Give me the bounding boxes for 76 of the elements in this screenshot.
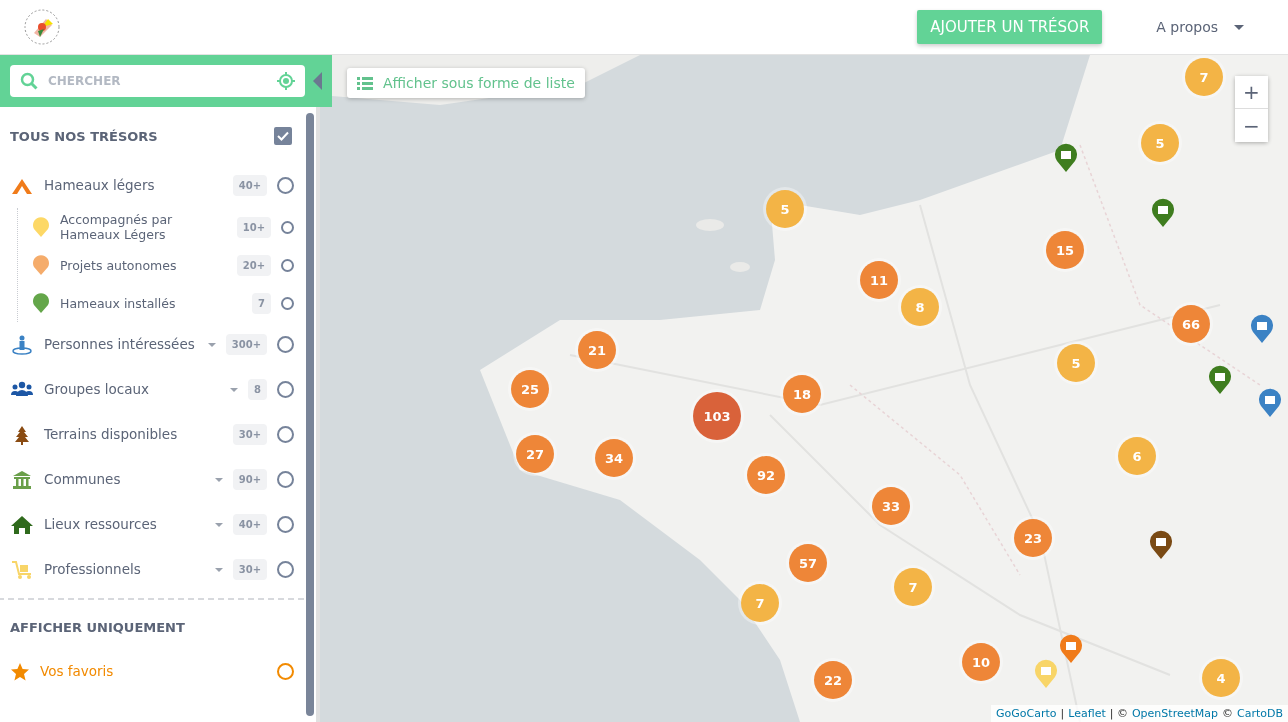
attribution-text: | © bbox=[1109, 707, 1128, 720]
category-label: Terrains disponibles bbox=[44, 426, 179, 443]
attribution-link[interactable]: GoGoCarto bbox=[996, 707, 1057, 720]
count-badge: 10+ bbox=[236, 216, 272, 238]
category-item[interactable]: Terrains disponibles 30+ bbox=[10, 412, 295, 457]
category-item[interactable]: Lieux ressources 40+ bbox=[10, 502, 295, 547]
count-badge: 90+ bbox=[232, 469, 268, 490]
category-item[interactable]: Professionnels 30+ bbox=[10, 547, 295, 592]
about-menu[interactable]: A propos bbox=[1152, 15, 1248, 39]
radio-button[interactable] bbox=[277, 471, 295, 488]
search-box[interactable]: CHERCHER bbox=[10, 65, 305, 97]
caret-icon bbox=[1234, 24, 1244, 30]
count-badge: 20+ bbox=[236, 254, 272, 276]
attribution-link[interactable]: Leaflet bbox=[1068, 707, 1106, 720]
subcategory-item[interactable]: Accompagnés par Hameaux Légers 10+ bbox=[32, 208, 295, 246]
category-label: Communes bbox=[44, 471, 122, 488]
count-badge: 40+ bbox=[232, 514, 268, 535]
caret-icon[interactable] bbox=[230, 387, 239, 392]
category-label: Professionnels bbox=[44, 561, 142, 578]
radio-button[interactable] bbox=[281, 220, 295, 234]
house-icon bbox=[10, 514, 34, 535]
subcategory-label: Hameaux installés bbox=[60, 295, 177, 311]
bank-icon bbox=[10, 469, 34, 490]
radio-button[interactable] bbox=[277, 561, 295, 578]
count-badge: 8 bbox=[248, 379, 268, 400]
attribution-link[interactable]: OpenStreetMap bbox=[1131, 707, 1218, 720]
category-label: Hameaux légers bbox=[44, 177, 156, 194]
caret-icon[interactable] bbox=[214, 522, 223, 527]
category-label: Personnes intéressées bbox=[44, 336, 196, 353]
radio-button[interactable] bbox=[277, 663, 295, 680]
search-icon bbox=[20, 72, 38, 90]
scrollbar[interactable] bbox=[306, 113, 315, 716]
radio-button[interactable] bbox=[277, 381, 295, 398]
list-icon bbox=[357, 76, 373, 90]
zoom-in-button[interactable]: + bbox=[1235, 76, 1268, 109]
trolley-icon bbox=[10, 559, 34, 580]
caret-icon[interactable] bbox=[214, 477, 223, 482]
subcategory-label: Projets autonomes bbox=[60, 257, 178, 273]
count-badge: 30+ bbox=[232, 424, 268, 445]
subcategory-item[interactable]: Hameaux installés 7 bbox=[32, 284, 295, 322]
radio-button[interactable] bbox=[277, 336, 295, 353]
person-icon bbox=[10, 334, 34, 355]
section-title: AFFICHER UNIQUEMENT bbox=[10, 620, 186, 635]
radio-button[interactable] bbox=[281, 258, 295, 272]
attribution-text: © bbox=[1222, 707, 1233, 720]
attribution-text: | bbox=[1060, 707, 1065, 720]
subcategory-label: Accompagnés par Hameaux Légers bbox=[60, 212, 174, 242]
count-badge: 30+ bbox=[232, 559, 268, 580]
count-badge: 300+ bbox=[225, 334, 268, 355]
count-badge: 40+ bbox=[232, 175, 268, 196]
add-treasure-button[interactable]: AJOUTER UN TRÉSOR bbox=[917, 10, 1103, 44]
list-view-button[interactable]: Afficher sous forme de liste bbox=[347, 68, 585, 98]
count-badge: 7 bbox=[252, 292, 272, 314]
radio-button[interactable] bbox=[277, 426, 295, 443]
radio-button[interactable] bbox=[281, 296, 295, 310]
favorites-label: Vos favoris bbox=[40, 663, 115, 680]
subcategory-item[interactable]: Projets autonomes 20+ bbox=[32, 246, 295, 284]
favorites-item[interactable]: Vos favoris bbox=[10, 649, 295, 694]
logo bbox=[22, 7, 62, 47]
category-item[interactable]: Groupes locaux 8 bbox=[10, 367, 295, 412]
collapse-icon[interactable] bbox=[313, 72, 322, 90]
category-item[interactable]: Personnes intéressées 300+ bbox=[10, 322, 295, 367]
category-label: Lieux ressources bbox=[44, 516, 158, 533]
section-title: TOUS NOS TRÉSORS bbox=[10, 128, 158, 144]
radio-button[interactable] bbox=[277, 516, 295, 533]
attribution-link[interactable]: CartoDB bbox=[1237, 707, 1283, 720]
caret-icon[interactable] bbox=[207, 342, 216, 347]
zoom-out-button[interactable]: − bbox=[1235, 109, 1268, 142]
checkbox[interactable] bbox=[274, 127, 293, 145]
category-item[interactable]: Communes 90+ bbox=[10, 457, 295, 502]
star-icon bbox=[10, 661, 30, 682]
category-item[interactable]: Hameaux légers 40+ bbox=[10, 163, 295, 208]
search-field[interactable]: CHERCHER bbox=[46, 73, 269, 89]
radio-button[interactable] bbox=[277, 177, 295, 194]
caret-icon[interactable] bbox=[214, 567, 223, 572]
category-label: Groupes locaux bbox=[44, 381, 150, 398]
